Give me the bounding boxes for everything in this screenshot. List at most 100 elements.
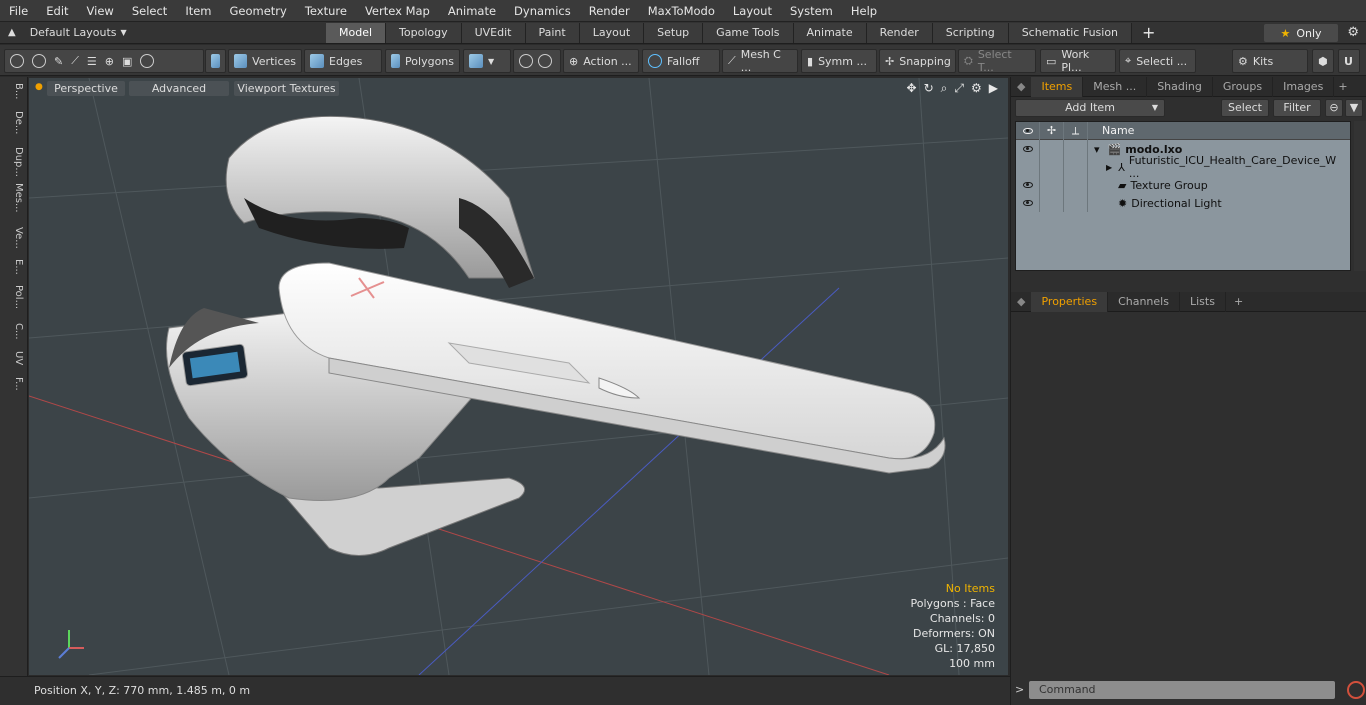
settings-icon[interactable]: ⚙ — [971, 81, 982, 96]
left-tab-polygon[interactable]: Pol... — [4, 285, 24, 309]
menu-file[interactable]: File — [0, 4, 37, 18]
left-tab-vertex[interactable]: Ve... — [4, 227, 24, 249]
collapse-triangle-icon[interactable]: ▾ — [1094, 143, 1100, 156]
brush-icon[interactable]: ⟋ — [71, 54, 79, 68]
tab-animate[interactable]: Animate — [793, 22, 867, 43]
tab-schematic-fusion[interactable]: Schematic Fusion — [1008, 22, 1133, 43]
left-tab-uv[interactable]: UV — [4, 351, 24, 365]
globe-icon[interactable] — [32, 54, 46, 68]
layouts-dropdown[interactable]: ▲ Default Layouts ▼ — [0, 26, 326, 39]
pie-icon[interactable] — [140, 54, 155, 68]
left-tab-basic[interactable]: B... — [4, 83, 24, 99]
work-plane-button[interactable]: ▭ Work Pl... — [1040, 48, 1116, 74]
tab-items[interactable]: Items — [1031, 76, 1084, 97]
fit-icon[interactable]: ⤢ — [954, 81, 964, 96]
expand-icon[interactable]: ▲ — [8, 27, 16, 38]
tab-shading[interactable]: Shading — [1147, 76, 1213, 97]
add-panel-tab-icon[interactable]: + — [1338, 80, 1347, 93]
expand-triangle-icon[interactable]: ▶ — [1106, 163, 1112, 172]
selection-sets-button[interactable]: ⌖ Selecti ... — [1119, 49, 1196, 73]
tab-model[interactable]: Model — [326, 22, 387, 43]
tab-scripting[interactable]: Scripting — [932, 22, 1009, 43]
menu-dynamics[interactable]: Dynamics — [505, 4, 580, 18]
filter-button[interactable]: Filter — [1273, 99, 1321, 117]
tab-images[interactable]: Images — [1273, 76, 1335, 97]
menu-animate[interactable]: Animate — [439, 4, 505, 18]
left-tab-curve[interactable]: C... — [4, 323, 24, 340]
menu-geometry[interactable]: Geometry — [221, 4, 296, 18]
frame-icon[interactable]: ▣ — [122, 55, 132, 68]
polygons-button[interactable]: Polygons — [385, 49, 460, 73]
menu-select[interactable]: Select — [123, 4, 176, 18]
select-through-button[interactable]: ⛭ Select T... — [958, 48, 1036, 74]
add-item-button[interactable]: Add Item ▼ — [1015, 99, 1165, 117]
only-toggle[interactable]: ★ Only — [1264, 24, 1338, 42]
falloff-button[interactable]: Falloff — [642, 49, 720, 73]
menu-help[interactable]: Help — [842, 4, 886, 18]
tab-groups[interactable]: Groups — [1213, 76, 1274, 97]
advanced-button[interactable]: Advanced — [129, 81, 229, 96]
tab-mesh[interactable]: Mesh ... — [1083, 76, 1148, 97]
visibility-eye-icon[interactable] — [1022, 146, 1033, 152]
panel-menu-icon-2[interactable]: ◆ — [1011, 295, 1031, 308]
left-tab-fusion[interactable]: F... — [4, 377, 24, 391]
circle-select-icon[interactable] — [10, 54, 24, 68]
tab-paint[interactable]: Paint — [525, 22, 580, 43]
edges-button[interactable]: Edges — [304, 49, 382, 73]
tab-lists[interactable]: Lists — [1180, 291, 1226, 312]
visibility-eye-icon[interactable] — [1022, 200, 1033, 206]
menu-texture[interactable]: Texture — [296, 4, 356, 18]
tab-setup[interactable]: Setup — [644, 22, 704, 43]
visibility-col-icon[interactable] — [1016, 121, 1040, 140]
left-tab-edge[interactable]: E... — [4, 259, 24, 275]
move-icon[interactable]: ✥ — [907, 81, 917, 96]
panel-menu-icon[interactable]: ◆ — [1011, 80, 1031, 93]
axis-col-icon[interactable]: ⟂ — [1064, 121, 1088, 140]
rotate-icon[interactable]: ↻ — [924, 81, 934, 96]
record-macro-icon[interactable] — [1347, 681, 1365, 699]
visibility-eye-icon[interactable] — [1022, 182, 1033, 188]
align-icon[interactable]: ☰ — [87, 55, 97, 68]
zoom-icon[interactable]: ⌕ — [941, 81, 948, 96]
kits-button[interactable]: ⚙ Kits — [1232, 49, 1308, 73]
select-button[interactable]: Select — [1221, 99, 1269, 117]
snapping-button[interactable]: ✢ Snapping — [879, 49, 956, 73]
material-mode-button[interactable]: ▼ — [463, 49, 511, 73]
tab-game-tools[interactable]: Game Tools — [703, 22, 794, 43]
tab-layout[interactable]: Layout — [579, 22, 645, 43]
item-mode-button[interactable] — [205, 49, 226, 73]
modo-cube-button[interactable]: ⬢ — [1312, 49, 1334, 73]
action-center-button[interactable]: ⊕ Action ... — [563, 49, 639, 73]
menu-item[interactable]: Item — [176, 4, 220, 18]
tree-row-texture-group[interactable]: ▰ Texture Group — [1016, 176, 1350, 194]
gear-icon[interactable]: ⚙ — [1347, 25, 1359, 40]
command-input[interactable]: Command — [1029, 681, 1335, 699]
menu-edit[interactable]: Edit — [37, 4, 77, 18]
arrow-right-icon[interactable]: ▶ — [989, 81, 998, 96]
left-tab-mesh[interactable]: Mes... — [4, 183, 24, 213]
perspective-button[interactable]: Perspective — [47, 81, 125, 96]
tab-topology[interactable]: Topology — [386, 22, 462, 43]
lock-col-icon[interactable]: ✢ — [1040, 121, 1064, 140]
pen-icon[interactable]: ✎ — [54, 55, 63, 68]
menu-vertex-map[interactable]: Vertex Map — [356, 4, 439, 18]
tree-row-light[interactable]: ✹ Directional Light — [1016, 194, 1350, 212]
menu-system[interactable]: System — [781, 4, 842, 18]
add-tab-icon[interactable]: + — [1142, 23, 1155, 42]
unreal-button[interactable]: U — [1338, 49, 1360, 73]
tab-properties[interactable]: Properties — [1031, 291, 1109, 312]
viewport-textures-button[interactable]: Viewport Textures — [234, 81, 339, 96]
menu-maxtomodo[interactable]: MaxToModo — [639, 4, 724, 18]
left-tab-duplicate[interactable]: Dup... — [4, 147, 24, 177]
menu-layout[interactable]: Layout — [724, 4, 781, 18]
symmetry-button[interactable]: ▮ Symm ... — [801, 49, 877, 73]
tab-channels[interactable]: Channels — [1108, 291, 1180, 312]
3d-viewport[interactable]: ● Perspective Advanced Viewport Textures… — [29, 78, 1008, 675]
collapse-icon[interactable]: ⊖ — [1325, 99, 1343, 117]
vertices-button[interactable]: Vertices — [228, 49, 302, 73]
viewport-menu-dot-icon[interactable]: ● — [35, 82, 43, 92]
funnel-icon[interactable]: ▼ — [1345, 99, 1363, 117]
add-panel-tab-icon-2[interactable]: + — [1234, 295, 1243, 308]
tree-row-mesh[interactable]: ▶ ⅄ Futuristic_ICU_Health_Care_Device_W … — [1016, 154, 1350, 180]
left-tab-deform[interactable]: De... — [4, 111, 24, 134]
